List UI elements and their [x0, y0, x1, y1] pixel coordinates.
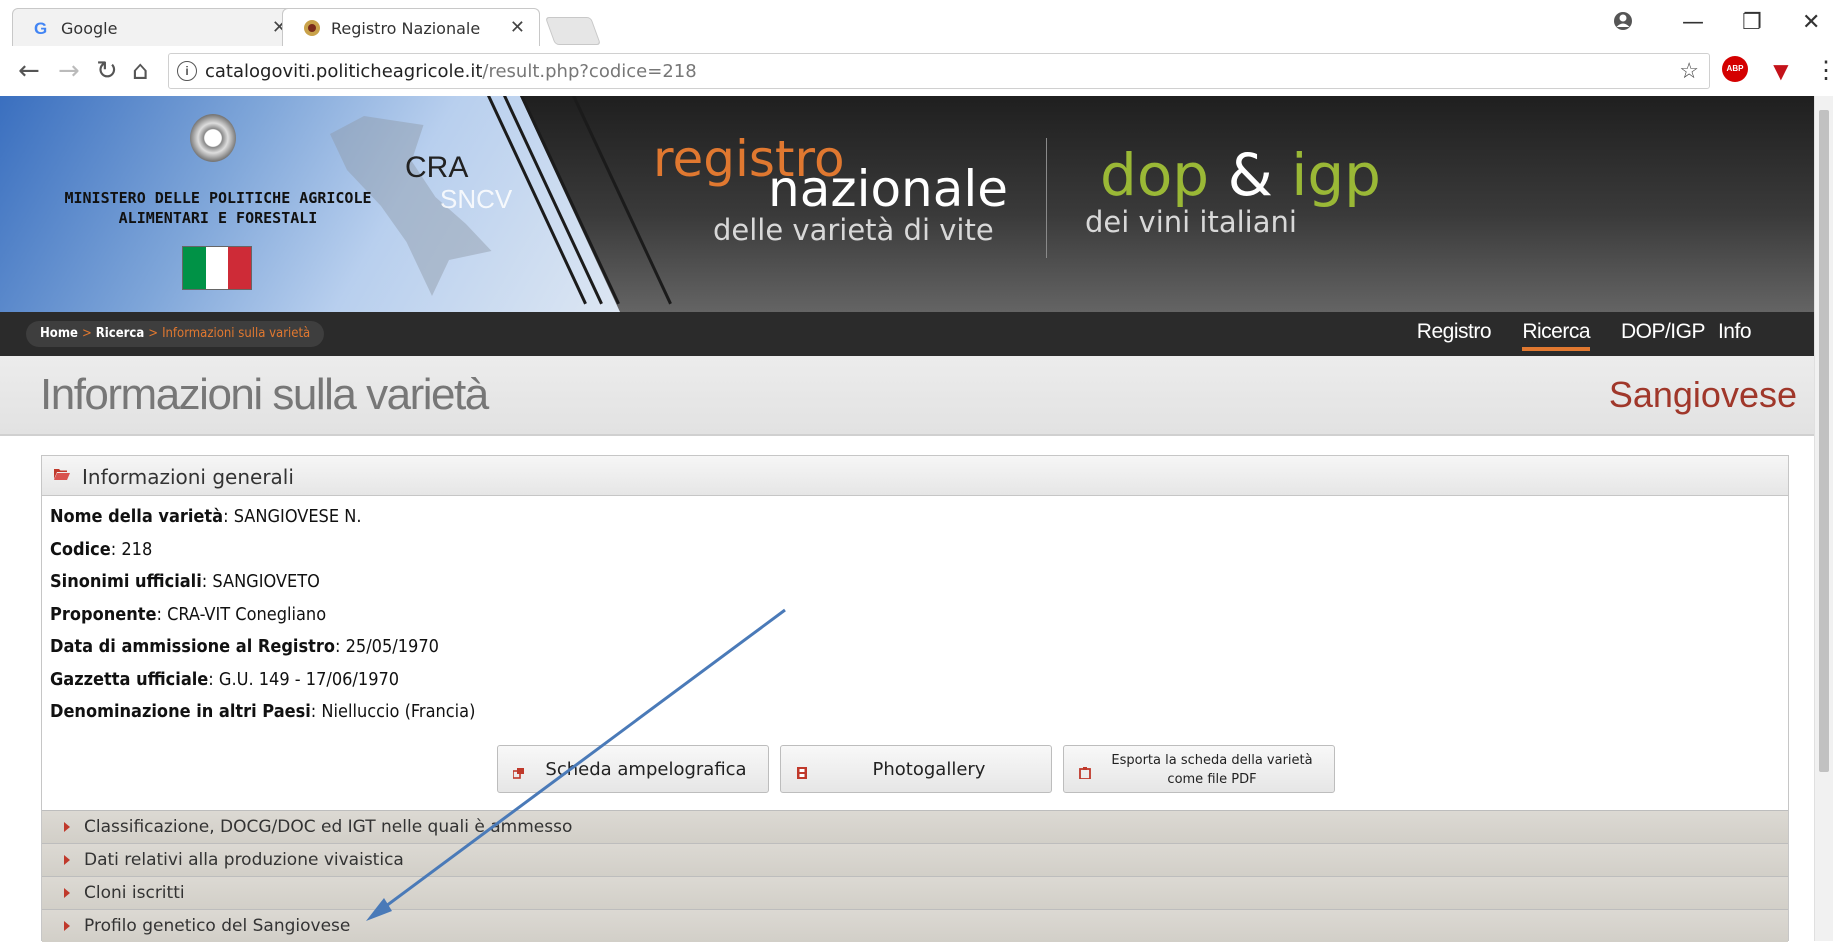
- external-window-icon: [512, 764, 525, 779]
- panel-header[interactable]: Informazioni generali: [42, 456, 1788, 496]
- svg-text:G: G: [34, 19, 47, 37]
- home-icon[interactable]: ⌂: [132, 56, 149, 86]
- browser-tab-bar: G Google ✕ Registro Nazionale delle ✕ — …: [0, 0, 1833, 48]
- scrollbar-thumb[interactable]: [1819, 110, 1829, 772]
- page-scrollbar[interactable]: [1814, 96, 1833, 941]
- url-text: catalogoviti.politicheagricole.it/result…: [205, 61, 697, 82]
- caret-right-icon: [64, 921, 70, 931]
- tab-title: Registro Nazionale delle: [331, 19, 486, 38]
- caret-right-icon: [64, 855, 70, 865]
- nav-registro[interactable]: Registro: [1417, 320, 1492, 344]
- export-pdf-button[interactable]: Esporta la scheda della varietà come file…: [1063, 745, 1335, 793]
- bookmark-star-icon[interactable]: ☆: [1679, 58, 1699, 84]
- field-nome: Nome della varietà: SANGIOVESE N.: [50, 506, 362, 527]
- account-icon[interactable]: [1612, 10, 1634, 38]
- section-produzione-vivaistica[interactable]: Dati relativi alla produzione vivaistica: [42, 843, 1788, 876]
- ministry-line-2: ALIMENTARI E FORESTALI: [118, 209, 318, 227]
- caret-right-icon: [64, 822, 70, 832]
- ministry-line-1: MINISTERO DELLE POLITICHE AGRICOLE: [64, 189, 372, 207]
- ublock-shield-icon[interactable]: ▼: [1768, 56, 1794, 86]
- film-icon: [796, 764, 808, 779]
- sncv-logo: SNCV: [440, 184, 513, 214]
- field-data-ammissione: Data di ammissione al Registro: 25/05/19…: [50, 636, 439, 657]
- forward-arrow-icon[interactable]: →: [58, 56, 80, 86]
- photogallery-button[interactable]: Photogallery: [780, 745, 1052, 793]
- page-title: Informazioni sulla varietà: [40, 370, 489, 419]
- section-profilo-genetico[interactable]: Profilo genetico del Sangiovese: [42, 909, 1788, 942]
- back-arrow-icon[interactable]: ←: [18, 56, 40, 86]
- field-denominazione: Denominazione in altri Paesi: Nielluccio…: [50, 701, 476, 722]
- google-g-icon: G: [33, 19, 51, 38]
- site-favicon-icon: [303, 19, 321, 37]
- cra-logo: CRA: [405, 151, 469, 184]
- page-heading: Informazioni sulla varietà Sangiovese: [0, 356, 1815, 436]
- browser-menu-icon[interactable]: ⋮: [1814, 56, 1833, 84]
- browser-toolbar: ← → ↻ ⌂ i catalogoviti.politicheagricole…: [0, 48, 1833, 97]
- info-fields: Nome della varietà: SANGIOVESE N. Codice…: [50, 506, 475, 734]
- variety-name: Sangiovese: [1608, 374, 1797, 415]
- close-window-icon[interactable]: ✕: [1802, 10, 1820, 35]
- nav-info[interactable]: Info: [1718, 320, 1752, 344]
- address-bar[interactable]: i catalogoviti.politicheagricole.it/resu…: [168, 53, 1710, 89]
- site-navbar: Home > Ricerca > Informazioni sulla varietà …: [0, 312, 1815, 356]
- caret-right-icon: [64, 888, 70, 898]
- tab-registro[interactable]: Registro Nazionale delle ✕: [282, 8, 540, 46]
- breadcrumb-home-link[interactable]: Home: [40, 326, 78, 341]
- tab-google[interactable]: G Google ✕: [12, 8, 302, 46]
- site-header: MINISTERO DELLE POLITICHE AGRICOLE ALIME…: [0, 96, 1815, 312]
- folder-open-icon: [54, 467, 70, 480]
- section-classificazione[interactable]: Classificazione, DOCG/DOC ed IGT nelle q…: [42, 810, 1788, 843]
- tab-title: Google: [61, 19, 118, 38]
- scheda-ampelografica-button[interactable]: Scheda ampelografica: [497, 745, 769, 793]
- minimize-icon[interactable]: —: [1682, 10, 1704, 35]
- republic-emblem-icon: [190, 114, 236, 162]
- restore-icon[interactable]: ❐: [1742, 10, 1762, 35]
- breadcrumb: Home > Ricerca > Informazioni sulla varietà: [26, 321, 325, 347]
- italian-flag-icon: [182, 246, 252, 290]
- field-codice: Codice: 218: [50, 538, 153, 560]
- clipboard-icon: [1079, 764, 1091, 780]
- field-proponente: Proponente: CRA-VIT Conegliano: [50, 603, 327, 625]
- nav-dop-igp[interactable]: DOP/IGP: [1621, 320, 1706, 344]
- general-info-panel: Informazioni generali Nome della varietà…: [41, 455, 1789, 942]
- new-tab-button[interactable]: [544, 17, 602, 45]
- breadcrumb-ricerca-link[interactable]: Ricerca: [96, 326, 144, 341]
- header-divider: [1046, 138, 1047, 258]
- close-tab-icon[interactable]: ✕: [510, 17, 525, 38]
- section-cloni-iscritti[interactable]: Cloni iscritti: [42, 876, 1788, 909]
- adblock-icon[interactable]: ABP: [1722, 56, 1748, 82]
- ministry-name: MINISTERO DELLE POLITICHE AGRICOLE ALIME…: [18, 188, 418, 228]
- field-gazzetta: Gazzetta ufficiale: G.U. 149 - 17/06/197…: [50, 668, 400, 690]
- info-icon[interactable]: i: [177, 61, 197, 81]
- breadcrumb-current: Informazioni sulla varietà: [162, 326, 311, 341]
- field-sinonimi: Sinonimi ufficiali: SANGIOVETO: [50, 571, 320, 592]
- reload-icon[interactable]: ↻: [96, 56, 118, 86]
- nav-ricerca[interactable]: Ricerca: [1522, 320, 1590, 351]
- sections-accordion: Classificazione, DOCG/DOC ed IGT nelle q…: [42, 810, 1788, 942]
- panel-title: Informazioni generali: [82, 465, 294, 489]
